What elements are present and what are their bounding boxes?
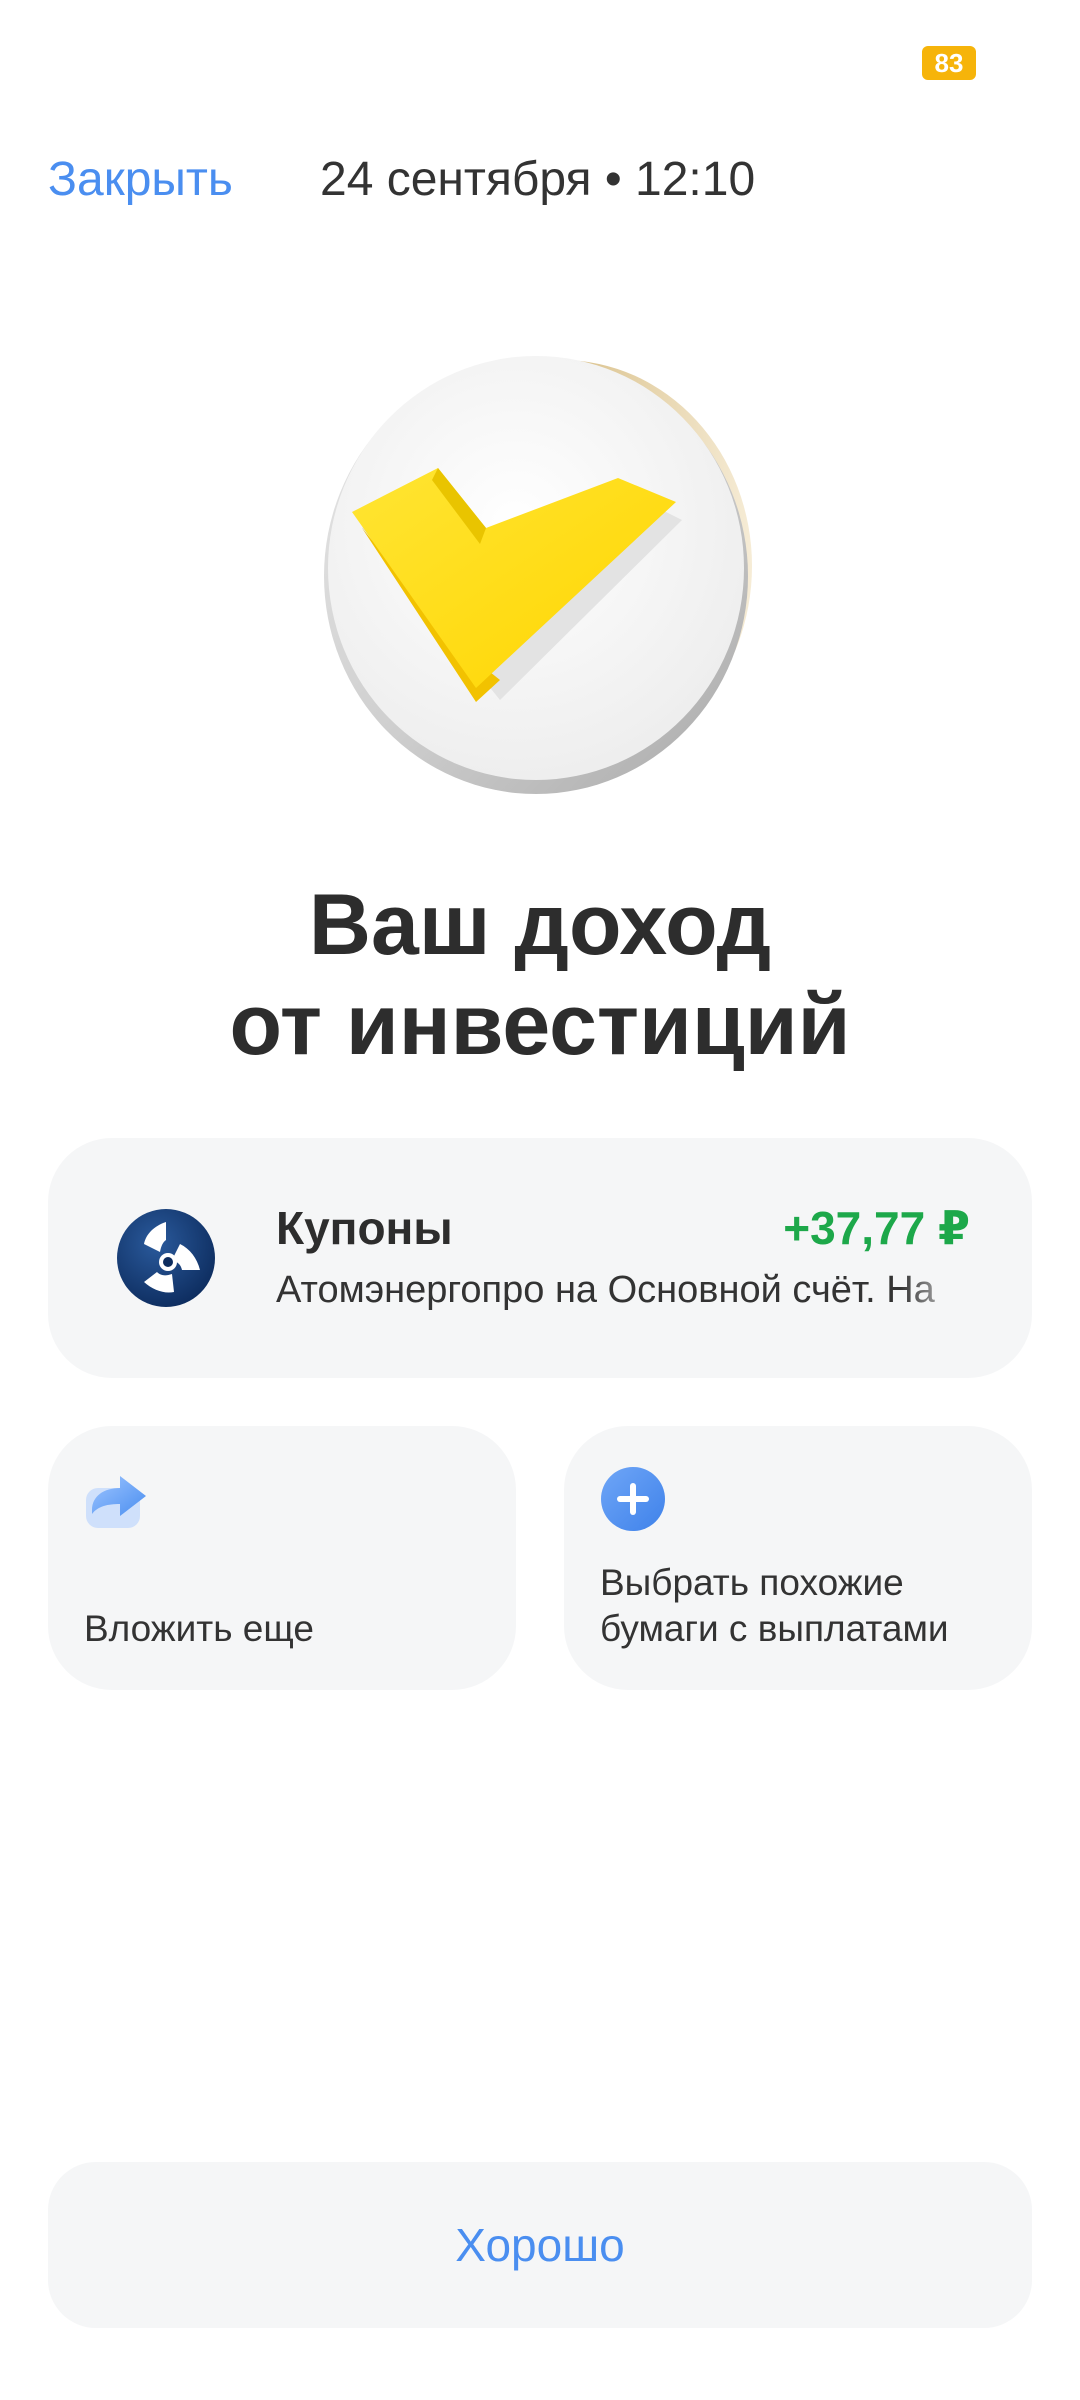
page-title-line-2: от инвестиций (229, 977, 851, 1073)
check-coin-icon (300, 330, 780, 810)
coupon-card[interactable]: Купоны +37,77 ₽ Атомэнергопро на Основно… (48, 1138, 1032, 1378)
page-title: Ваш доход от инвестиций (0, 875, 1080, 1075)
page-title-line-1: Ваш доход (308, 877, 772, 973)
invest-more-button[interactable]: Вложить еще (48, 1426, 516, 1690)
find-similar-bonds-label: Выбрать похожие бумаги с выплатами (600, 1562, 949, 1649)
coupon-description: Атомэнергопро на Основной счёт. На (276, 1269, 935, 1311)
invest-share-icon (84, 1466, 150, 1532)
coupon-label: Купоны (276, 1202, 453, 1254)
find-similar-bonds-button[interactable]: Выбрать похожие бумаги с выплатами (564, 1426, 1032, 1690)
invest-more-label: Вложить еще (84, 1608, 314, 1649)
close-button[interactable]: Закрыть (48, 150, 233, 210)
status-bar: 83 (0, 0, 1080, 120)
ok-button[interactable]: Хорошо (48, 2162, 1032, 2328)
coupon-amount: +37,77 ₽ (783, 1202, 970, 1254)
header: Закрыть 24 сентября • 12:10 (0, 140, 1080, 220)
atomenergoprom-logo-icon (116, 1208, 216, 1308)
battery-level-badge: 83 (922, 46, 976, 80)
plus-circle-icon (600, 1466, 666, 1532)
header-datetime: 24 сентября • 12:10 (320, 153, 756, 206)
